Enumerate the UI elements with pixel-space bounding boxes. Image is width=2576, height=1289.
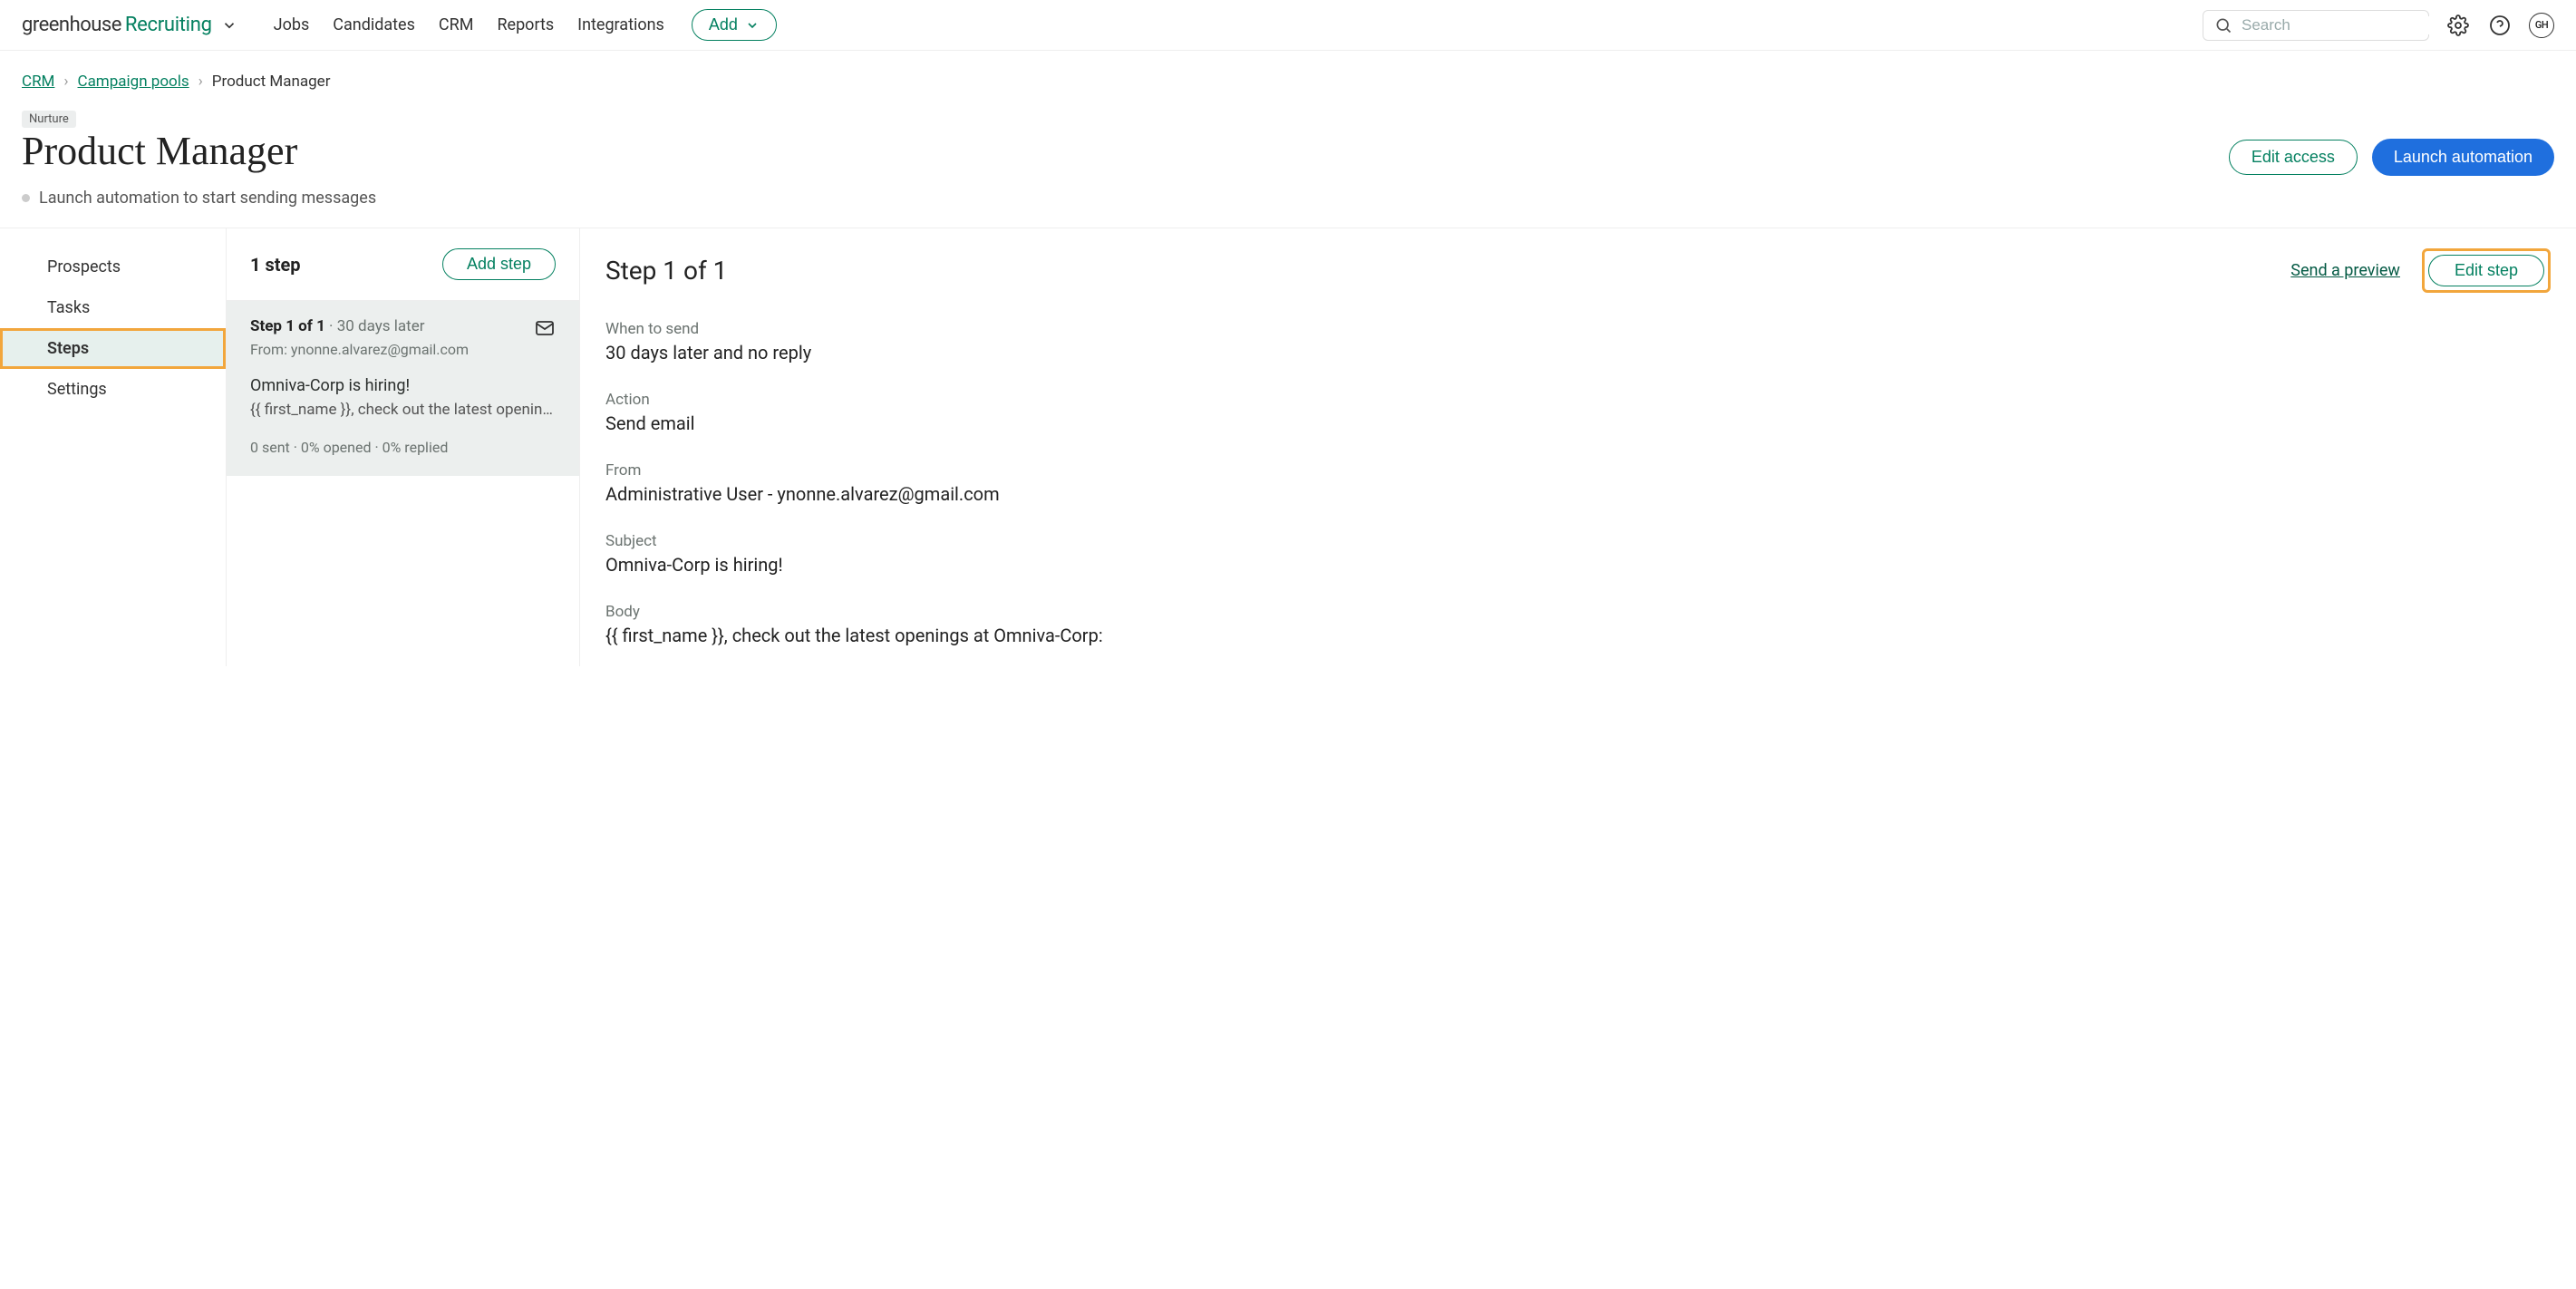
sidebar-item-steps[interactable]: Steps [0,328,226,369]
search-box[interactable] [2203,10,2429,41]
step-card-header: Step 1 of 1 · 30 days later [250,317,469,335]
action-value: Send email [605,412,2551,434]
chevron-right-icon: › [63,73,68,91]
body-value: {{ first_name }}, check out the latest o… [605,625,2551,646]
add-button-label: Add [709,15,738,34]
step-detail: Step 1 of 1 Send a preview Edit step Whe… [580,228,2576,666]
subject-value: Omniva-Corp is hiring! [605,554,2551,576]
steps-header: 1 step Add step [227,228,579,300]
search-input[interactable] [2242,16,2442,34]
nurture-badge: Nurture [22,111,76,128]
status-dot-icon [22,194,30,202]
step-stats: 0 sent · 0% opened · 0% replied [250,439,556,456]
add-button[interactable]: Add [692,9,777,41]
edit-access-button[interactable]: Edit access [2229,140,2358,175]
steps-count: 1 step [250,254,301,276]
nav-jobs[interactable]: Jobs [274,15,310,34]
chevron-right-icon: › [199,73,203,91]
nav-crm[interactable]: CRM [439,15,474,34]
action-label: Action [605,391,2551,409]
step-timing: 30 days later [337,317,425,335]
sidebar-item-settings[interactable]: Settings [0,369,226,410]
breadcrumb-crm[interactable]: CRM [22,73,54,91]
chevron-down-icon [745,18,760,33]
launch-automation-button[interactable]: Launch automation [2372,139,2554,176]
help-button[interactable] [2487,13,2513,38]
breadcrumb: CRM › Campaign pools › Product Manager [22,73,2554,91]
step-body-preview: {{ first_name }}, check out the latest o… [250,401,556,419]
status-text: Launch automation to start sending messa… [39,189,376,208]
steps-column: 1 step Add step Step 1 of 1 · 30 days la… [227,228,580,666]
breadcrumb-current: Product Manager [212,73,331,91]
detail-title: Step 1 of 1 [605,256,727,286]
chevron-down-icon [221,17,237,34]
settings-button[interactable] [2445,13,2471,38]
body-label: Body [605,603,2551,621]
sidebar-item-prospects[interactable]: Prospects [0,247,226,287]
main-area: Prospects Tasks Steps Settings 1 step Ad… [0,228,2576,666]
status-line: Launch automation to start sending messa… [22,189,2554,208]
send-preview-link[interactable]: Send a preview [2290,261,2400,280]
user-avatar[interactable]: GH [2529,13,2554,38]
page-title: Product Manager [22,128,297,174]
when-to-send-value: 30 days later and no reply [605,342,2551,363]
mail-icon [534,317,556,339]
page-header: CRM › Campaign pools › Product Manager N… [0,51,2576,208]
from-label: From [605,461,2551,480]
step-from-line: From: ynonne.alvarez@gmail.com [250,341,469,358]
from-value: Administrative User - ynonne.alvarez@gma… [605,483,2551,505]
avatar-initials: GH [2535,19,2548,31]
step-card[interactable]: Step 1 of 1 · 30 days later From: ynonne… [227,300,579,476]
step-subject: Omniva-Corp is hiring! [250,376,556,395]
breadcrumb-campaign-pools[interactable]: Campaign pools [78,73,189,91]
primary-nav: Jobs Candidates CRM Reports Integrations [274,15,664,34]
topnav-right: GH [2203,10,2554,41]
subject-label: Subject [605,532,2551,550]
edit-step-highlight: Edit step [2422,248,2551,293]
search-icon [2214,16,2232,34]
top-nav: greenhouse Recruiting Jobs Candidates CR… [0,0,2576,51]
logo-text-2: Recruiting [125,14,212,36]
sidebar: Prospects Tasks Steps Settings [0,228,227,666]
edit-step-button[interactable]: Edit step [2428,255,2544,286]
logo-text-1: greenhouse [22,14,121,36]
nav-integrations[interactable]: Integrations [577,15,664,34]
sidebar-item-tasks[interactable]: Tasks [0,287,226,328]
nav-candidates[interactable]: Candidates [333,15,415,34]
step-number: Step 1 of 1 [250,317,325,335]
title-actions: Edit access Launch automation [2229,139,2554,176]
nav-reports[interactable]: Reports [497,15,554,34]
add-step-button[interactable]: Add step [442,248,556,280]
when-to-send-label: When to send [605,320,2551,338]
product-switcher[interactable]: greenhouse Recruiting [22,14,237,36]
gear-icon [2447,15,2469,36]
help-icon [2489,15,2511,36]
